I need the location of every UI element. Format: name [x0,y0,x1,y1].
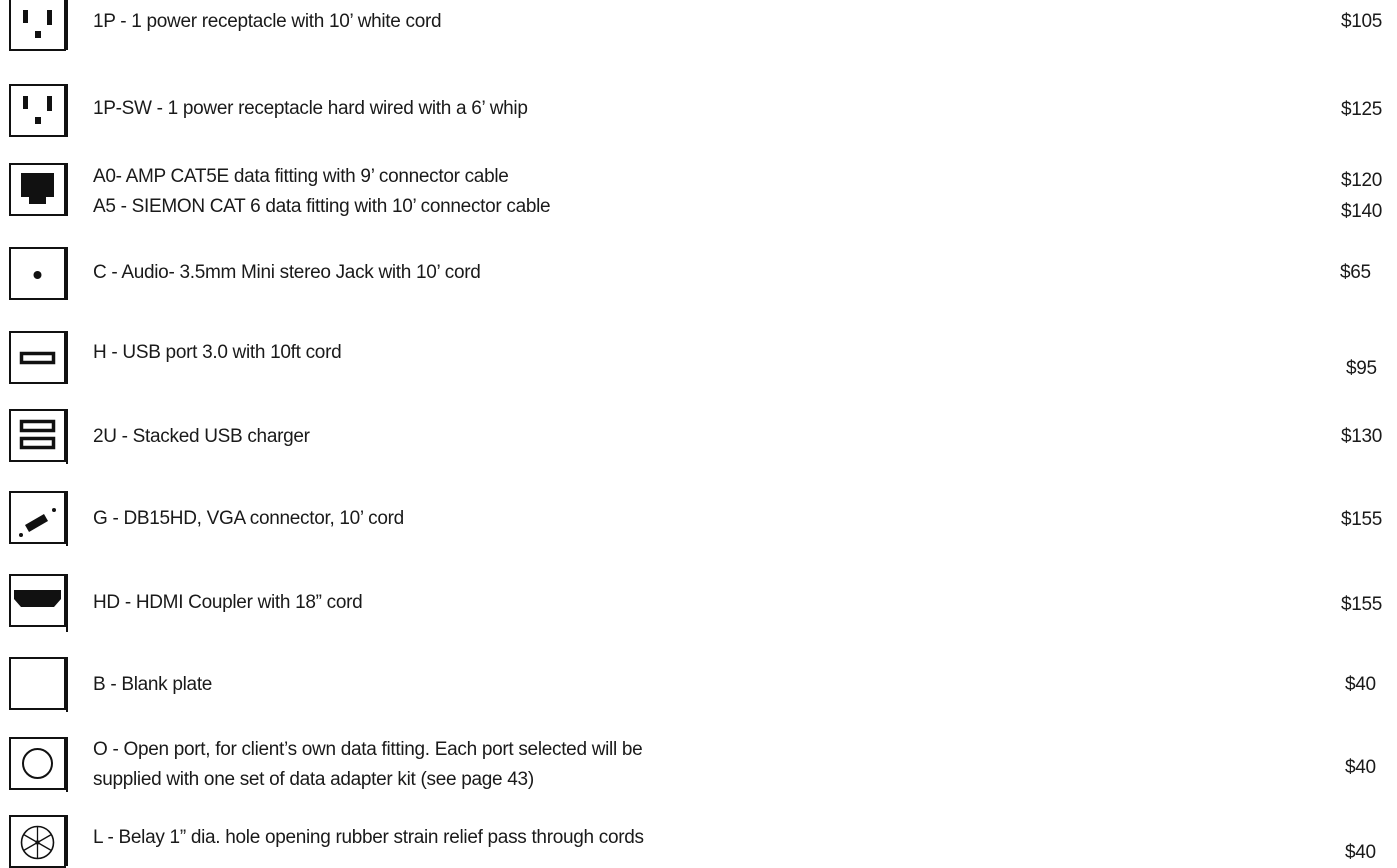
divider [66,737,68,792]
open-port-icon [9,737,66,790]
item-description: C - Audio- 3.5mm Mini stereo Jack with 1… [93,262,481,283]
divider [66,409,68,464]
item-price: $130 [1341,426,1383,447]
divider [66,491,68,546]
power-outlet-icon [9,0,66,51]
strain-relief-icon [9,815,66,868]
item-description: supplied with one set of data adapter ki… [93,769,534,790]
item-price: $155 [1341,594,1383,615]
item-description: G - DB15HD, VGA connector, 10’ cord [93,508,404,529]
divider [66,0,68,50]
item-price: $125 [1341,99,1383,120]
item-description: O - Open port, for client’s own data fit… [93,739,643,760]
item-description: 1P - 1 power receptacle with 10’ white c… [93,11,442,32]
item-description: A0- AMP CAT5E data fitting with 9’ conne… [93,166,509,187]
divider [66,815,68,866]
audio-jack-icon [9,247,66,300]
item-price: $140 [1341,201,1383,222]
item-price: $65 [1340,262,1371,283]
item-description: H - USB port 3.0 with 10ft cord [93,342,342,363]
item-price: $40 [1345,674,1376,695]
item-price: $95 [1346,358,1377,379]
divider [66,247,68,300]
blank-plate-icon [9,657,66,710]
divider [66,163,68,216]
stacked-usb-icon [9,409,66,462]
divider [66,331,68,384]
item-description: L - Belay 1” dia. hole opening rubber st… [93,827,644,848]
item-price: $40 [1345,842,1376,863]
hdmi-port-icon [9,574,66,627]
item-description: 1P-SW - 1 power receptacle hard wired wi… [93,98,528,119]
item-description: HD - HDMI Coupler with 18” cord [93,592,363,613]
ethernet-jack-icon [9,163,66,216]
usb-port-icon [9,331,66,384]
item-price: $105 [1341,11,1383,32]
item-price: $120 [1341,170,1383,191]
item-price: $155 [1341,509,1383,530]
vga-connector-icon [9,491,66,544]
item-price: $40 [1345,757,1376,778]
divider [66,574,68,632]
item-description: B - Blank plate [93,674,213,695]
divider [66,84,68,137]
item-description: 2U - Stacked USB charger [93,426,310,447]
power-outlet-icon [9,84,66,137]
divider [66,657,68,712]
item-description: A5 - SIEMON CAT 6 data fitting with 10’ … [93,196,551,217]
